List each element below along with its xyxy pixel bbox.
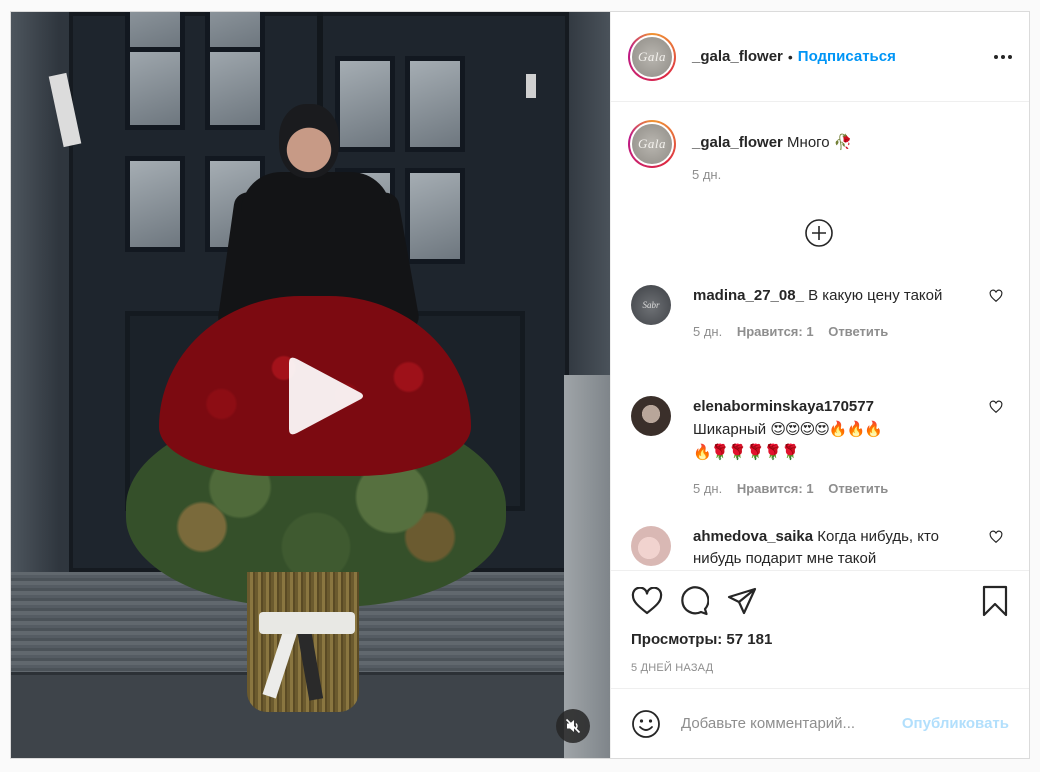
smile-icon	[632, 709, 660, 738]
post-side-panel: Gala _gala_flower • Подписаться Gala _ga…	[610, 12, 1029, 758]
bookmark-icon	[982, 585, 1008, 617]
caption-text: Много	[787, 134, 830, 151]
comment-username[interactable]: madina_27_08_	[693, 287, 804, 304]
comment-likes[interactable]: Нравится: 1	[737, 324, 814, 339]
comment-time[interactable]: 5 дн.	[693, 481, 722, 496]
comment-body: elenaborminskaya170577 Шикарный 😍😍😍😍🔥🔥🔥 …	[693, 396, 973, 500]
caption-text-block: _gala_flower Много 🥀 5 дн.	[692, 120, 852, 185]
comment-input[interactable]	[681, 715, 902, 732]
caption-author-avatar[interactable]: Gala	[628, 120, 676, 168]
save-button[interactable]	[981, 584, 1015, 618]
post-video[interactable]	[11, 12, 610, 758]
separator-dot: •	[787, 48, 793, 65]
share-button[interactable]	[727, 584, 761, 618]
comment-text: В какую цену такой	[808, 287, 943, 304]
add-circle-icon	[805, 219, 833, 247]
caption-time[interactable]: 5 дн.	[692, 165, 852, 185]
reply-button[interactable]: Ответить	[828, 324, 888, 339]
stone-pillar	[564, 375, 610, 758]
reply-button[interactable]: Ответить	[828, 481, 888, 496]
comment-like-heart-icon[interactable]	[989, 400, 1003, 414]
like-button[interactable]	[631, 584, 665, 618]
post-caption: Gala _gala_flower Много 🥀 5 дн.	[611, 102, 1029, 185]
follow-button[interactable]: Подписаться	[798, 48, 896, 65]
wall-switch	[526, 74, 536, 98]
post-card: Gala _gala_flower • Подписаться Gala _ga…	[10, 11, 1030, 759]
heart-icon	[631, 587, 663, 615]
caption-username[interactable]: _gala_flower	[692, 134, 783, 151]
person-head	[279, 104, 339, 178]
comment-composer: Опубликовать	[611, 688, 1029, 758]
comment-meta: 5 дн. Нравится: 1 Ответить	[693, 321, 973, 343]
author-username[interactable]: _gala_flower	[692, 48, 783, 65]
mute-button[interactable]	[556, 709, 590, 743]
comment-item: ahmedova_saika Когда нибудь, кто нибудь …	[631, 526, 1021, 570]
share-icon	[727, 587, 757, 615]
post-time[interactable]: 5 ДНЕЙ НАЗАД	[631, 662, 1013, 674]
comment-likes[interactable]: Нравится: 1	[737, 481, 814, 496]
comment-emoji-line-2: 🔥🌹🌹🌹🌹🌹	[693, 443, 800, 461]
post-header: Gala _gala_flower • Подписаться	[611, 12, 1029, 102]
comment-emoji-line-1: 😍😍😍😍🔥🔥🔥	[770, 420, 883, 438]
publish-button[interactable]: Опубликовать	[902, 715, 1009, 732]
author-avatar-image: Gala	[630, 34, 674, 79]
more-options-button[interactable]	[993, 54, 1013, 60]
comment-avatar-text: Sabr	[642, 300, 660, 310]
comment-like-heart-icon[interactable]	[989, 530, 1003, 544]
comment-like-heart-icon[interactable]	[989, 289, 1003, 303]
play-button[interactable]	[283, 351, 373, 441]
comment-icon	[681, 586, 709, 616]
caption-avatar-logo-text: Gala	[638, 136, 666, 151]
emoji-picker-button[interactable]	[631, 709, 661, 739]
comments-section[interactable]: Gala _gala_flower Много 🥀 5 дн. Sabr mad…	[611, 102, 1029, 570]
comment-body: ahmedova_saika Когда нибудь, кто нибудь …	[693, 526, 973, 570]
play-icon	[289, 357, 363, 435]
author-avatar[interactable]: Gala	[628, 32, 676, 81]
caption-emoji: 🥀	[833, 133, 853, 151]
views-count[interactable]: Просмотры: 57 181	[631, 631, 1013, 648]
avatar-logo-text: Gala	[638, 48, 666, 64]
comment-item: Sabr madina_27_08_ В какую цену такой 5 …	[631, 285, 1021, 343]
bouquet-ribbon	[259, 612, 355, 634]
comment-username[interactable]: elenaborminskaya170577	[693, 398, 874, 415]
comment-time[interactable]: 5 дн.	[693, 324, 722, 339]
mute-icon	[565, 718, 581, 734]
comment-item: elenaborminskaya170577 Шикарный 😍😍😍😍🔥🔥🔥 …	[631, 396, 1021, 500]
caption-avatar-image: Gala	[630, 122, 674, 166]
comment-avatar[interactable]: Sabr	[631, 285, 671, 325]
comment-text: Шикарный	[693, 421, 767, 438]
action-icons-row	[631, 571, 1013, 631]
comment-body: madina_27_08_ В какую цену такой 5 дн. Н…	[693, 285, 973, 343]
more-icon	[994, 54, 1012, 59]
comment-avatar[interactable]	[631, 396, 671, 436]
comment-button[interactable]	[679, 584, 713, 618]
comment-username[interactable]: ahmedova_saika	[693, 528, 813, 545]
post-actions: Просмотры: 57 181 5 ДНЕЙ НАЗАД	[611, 570, 1029, 688]
comment-avatar[interactable]	[631, 526, 671, 566]
comment-meta: 5 дн. Нравится: 1 Ответить	[693, 478, 973, 500]
load-more-comments-button[interactable]	[804, 218, 834, 248]
